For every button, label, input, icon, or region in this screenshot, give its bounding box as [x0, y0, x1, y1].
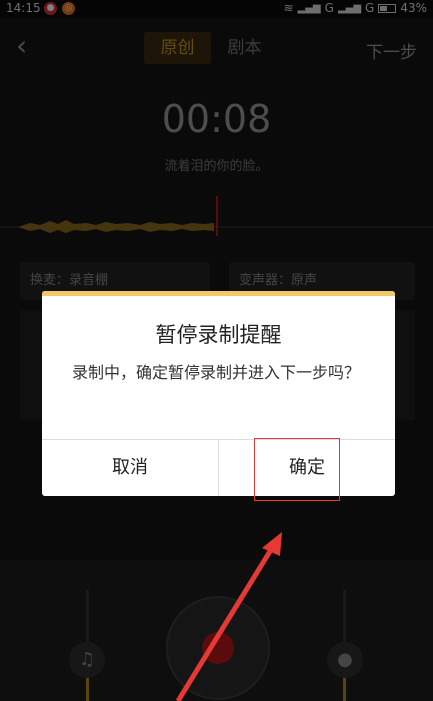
dialog-accent-strip — [42, 291, 395, 296]
dialog-title: 暂停录制提醒 — [155, 323, 282, 347]
dialog-message: 录制中，确定暂停录制并进入下一步吗？ — [72, 363, 361, 382]
pause-recording-dialog: 暂停录制提醒 录制中，确定暂停录制并进入下一步吗？ 取消 确定 — [42, 291, 395, 496]
confirm-highlight-box — [254, 438, 340, 501]
cancel-button[interactable]: 取消 — [42, 440, 218, 496]
